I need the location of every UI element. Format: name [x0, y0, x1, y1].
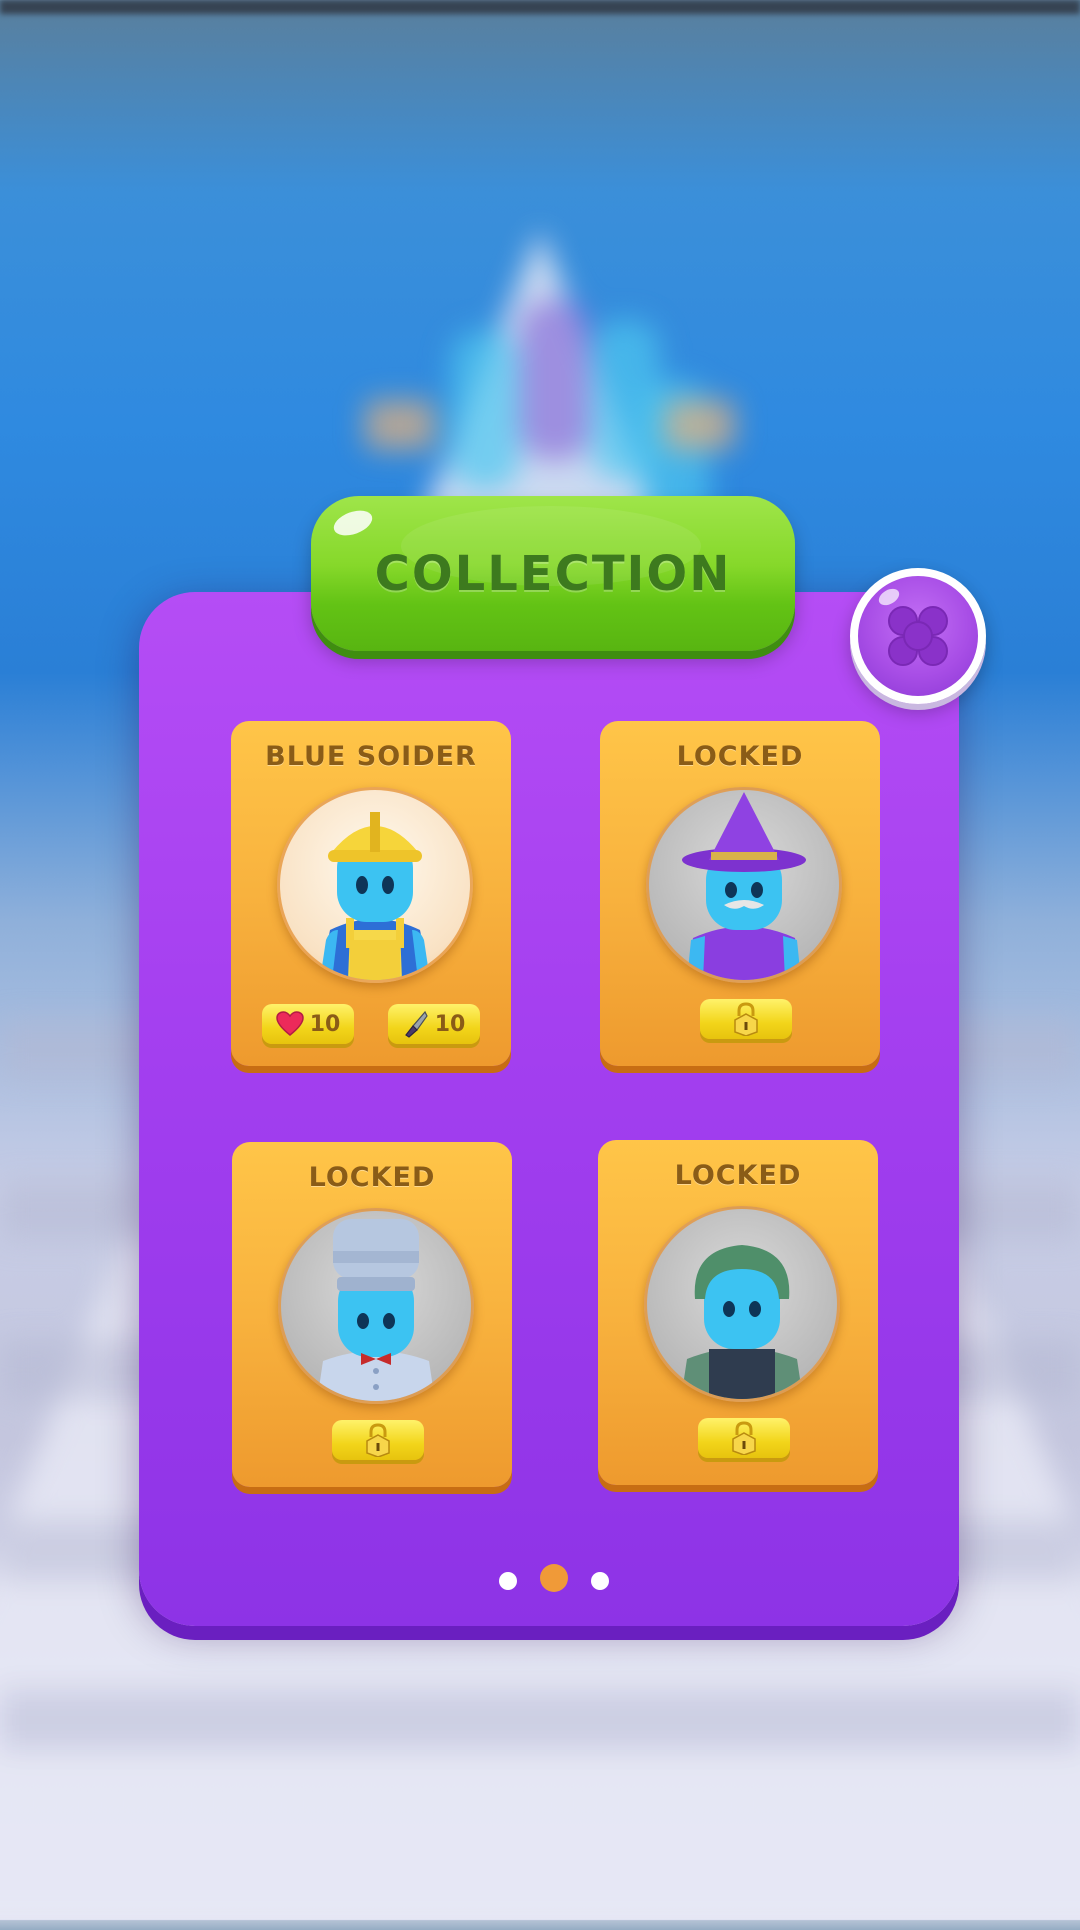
character-card-chef[interactable]: LOCKED: [232, 1142, 512, 1487]
character-card-soldier[interactable]: LOCKED: [598, 1140, 878, 1485]
knife-icon: [404, 1010, 428, 1038]
page-dot-2-active[interactable]: [540, 1564, 568, 1592]
page-title: COLLECTION: [374, 545, 732, 602]
character-avatar-chef: [278, 1208, 474, 1404]
builder-character-icon: [320, 812, 430, 980]
page-dot-3[interactable]: [591, 1572, 609, 1590]
character-avatar-builder: [277, 787, 473, 983]
attack-value: 10: [434, 1011, 466, 1037]
collection-title-banner: COLLECTION: [311, 496, 795, 651]
card-title: LOCKED: [674, 1160, 802, 1191]
close-button[interactable]: [850, 568, 986, 704]
card-title: BLUE SOIDER: [265, 741, 477, 772]
heart-icon: [275, 1011, 304, 1036]
soldier-character-icon: [681, 1245, 803, 1399]
locked-badge: [700, 999, 792, 1039]
padlock-icon: [732, 1421, 756, 1455]
character-avatar-wizard: [646, 787, 842, 983]
pagination-dots: [498, 1562, 618, 1602]
health-stat: 10: [262, 1004, 354, 1044]
character-card-wizard[interactable]: LOCKED: [600, 721, 880, 1066]
character-avatar-soldier: [644, 1206, 840, 1402]
attack-stat: 10: [388, 1004, 480, 1044]
card-title: LOCKED: [676, 741, 804, 772]
close-x-icon: [888, 606, 948, 666]
character-card-blue-soider[interactable]: BLUE SOIDER 10 10: [231, 721, 511, 1066]
card-title: LOCKED: [308, 1162, 436, 1193]
status-bar: [0, 0, 1080, 14]
health-value: 10: [309, 1011, 341, 1037]
page-dot-1[interactable]: [499, 1572, 517, 1590]
locked-badge: [332, 1420, 424, 1460]
wizard-character-icon: [682, 792, 806, 980]
padlock-icon: [366, 1423, 390, 1457]
locked-badge: [698, 1418, 790, 1458]
chef-character-icon: [317, 1219, 435, 1401]
padlock-icon: [734, 1002, 758, 1036]
